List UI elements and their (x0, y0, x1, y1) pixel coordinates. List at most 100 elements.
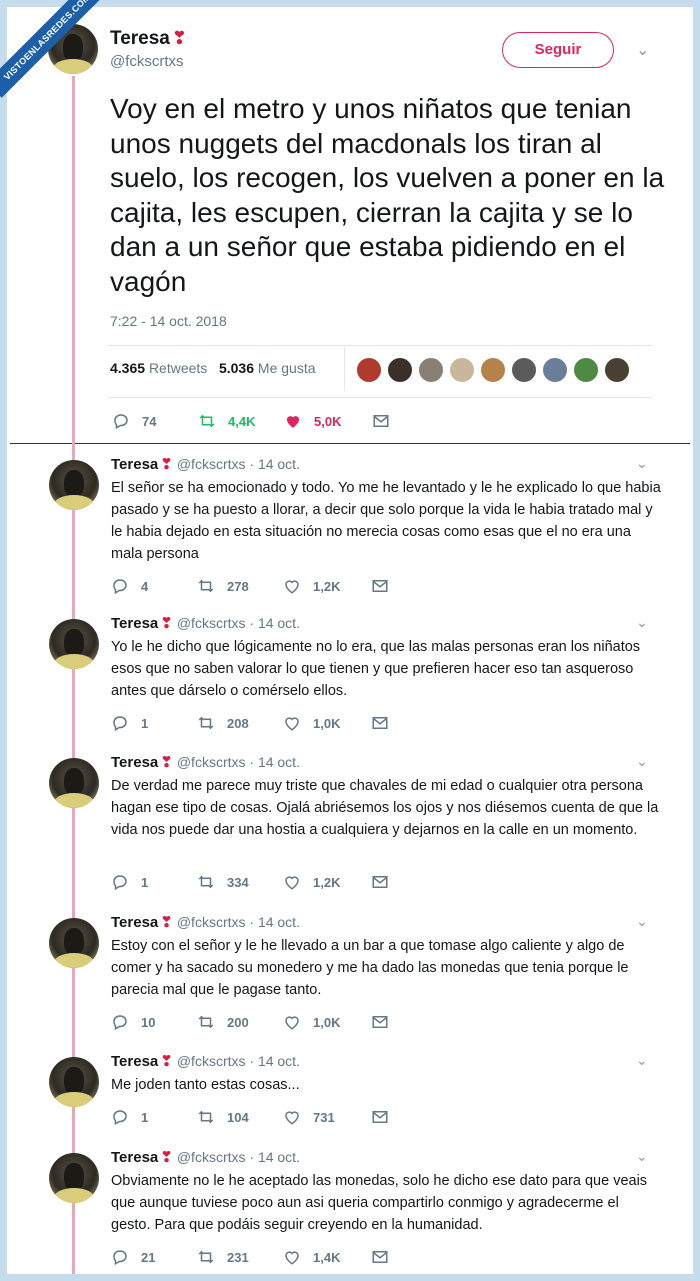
author-handle[interactable]: @fckscrtxs (110, 53, 184, 70)
author-handle[interactable]: @fckscrtxs · 14 oct. (177, 1149, 300, 1165)
reply-button[interactable]: 21 (111, 1248, 155, 1266)
liker-avatar[interactable] (449, 357, 475, 383)
liker-avatar[interactable] (542, 357, 568, 383)
heart-icon (285, 876, 299, 890)
avatar[interactable] (49, 1153, 99, 1203)
reply-button[interactable]: 74 (112, 412, 156, 430)
message-button[interactable] (371, 1248, 401, 1266)
reply-icon (113, 579, 127, 595)
message-icon (372, 717, 388, 729)
reply-button[interactable]: 10 (111, 1013, 155, 1031)
tweet-actions: 21 231 1,4K (111, 1248, 411, 1270)
likes-label[interactable]: Me gusta (258, 360, 316, 376)
avatar[interactable] (49, 758, 99, 808)
reply-button[interactable]: 1 (111, 873, 148, 891)
tweet-actions: 1 104 731 (111, 1108, 411, 1130)
liker-avatar[interactable] (480, 357, 506, 383)
heart-emoji-icon: ❣ (160, 754, 173, 771)
avatar[interactable] (49, 1057, 99, 1107)
author-handle[interactable]: @fckscrtxs · 14 oct. (177, 456, 300, 472)
author-handle[interactable]: @fckscrtxs · 14 oct. (177, 1053, 300, 1069)
retweet-button[interactable]: 334 (197, 873, 249, 891)
liker-avatar[interactable] (511, 357, 537, 383)
divider (108, 397, 652, 398)
chevron-down-icon[interactable]: ⌄ (636, 913, 648, 930)
tweet-actions: 1 208 1,0K (111, 714, 411, 736)
reply-header: Teresa ❣ @fckscrtxs · 14 oct. (111, 753, 300, 771)
message-button[interactable] (372, 412, 402, 430)
follow-button[interactable]: Seguir (502, 32, 614, 68)
author-handle[interactable]: @fckscrtxs · 14 oct. (177, 914, 300, 930)
author-name[interactable]: Teresa (111, 1053, 158, 1070)
chevron-down-icon[interactable]: ⌄ (636, 1052, 648, 1069)
author-handle[interactable]: @fckscrtxs · 14 oct. (177, 615, 300, 631)
author-name[interactable]: Teresa (111, 914, 158, 931)
message-button[interactable] (371, 873, 401, 891)
liker-avatar[interactable] (418, 357, 444, 383)
author-handle[interactable]: @fckscrtxs · 14 oct. (177, 754, 300, 770)
reply-button[interactable]: 1 (111, 1108, 148, 1126)
heart-icon (287, 416, 299, 428)
like-button[interactable]: 1,2K (283, 873, 340, 891)
like-button[interactable]: 1,4K (283, 1248, 340, 1266)
tweet-text: Obviamente no le he aceptado las monedas… (111, 1173, 648, 1233)
retweet-button[interactable]: 104 (197, 1108, 249, 1126)
chevron-down-icon[interactable]: ⌄ (636, 753, 648, 770)
tweet-text: Yo le he dicho que lógicamente no lo era… (111, 639, 641, 699)
chevron-down-icon[interactable]: ⌄ (636, 40, 649, 60)
tweet-text: Me joden tanto estas cosas... (111, 1077, 300, 1093)
avatar[interactable] (49, 460, 99, 510)
retweet-button[interactable]: 4,4K (198, 412, 255, 430)
message-button[interactable] (371, 714, 401, 732)
like-button[interactable]: 1,0K (283, 1013, 340, 1031)
reply-icon (113, 1110, 127, 1126)
retweets-count[interactable]: 4.365 (110, 360, 145, 376)
reply-button[interactable]: 4 (111, 577, 148, 595)
author-name[interactable]: Teresa (111, 754, 158, 771)
retweet-button[interactable]: 200 (197, 1013, 249, 1031)
message-icon (372, 580, 388, 592)
heart-icon (285, 717, 299, 731)
chevron-down-icon[interactable]: ⌄ (636, 614, 648, 631)
tweet-date[interactable]: 7:22 - 14 oct. 2018 (110, 313, 227, 329)
like-button[interactable]: 731 (283, 1108, 335, 1126)
reply-icon (113, 875, 127, 891)
chevron-down-icon[interactable]: ⌄ (636, 455, 648, 472)
like-button[interactable]: 5,0K (284, 412, 341, 430)
message-button[interactable] (371, 1013, 401, 1031)
heart-emoji-icon: ❣ (160, 914, 173, 931)
retweet-button[interactable]: 278 (197, 577, 249, 595)
reply-icon (113, 1015, 127, 1031)
liker-avatar[interactable] (356, 357, 382, 383)
reply-button[interactable]: 1 (111, 714, 148, 732)
reply-icon (113, 716, 127, 732)
liker-avatar[interactable] (604, 357, 630, 383)
retweet-icon (199, 414, 215, 428)
retweet-button[interactable]: 231 (197, 1248, 249, 1266)
chevron-down-icon[interactable]: ⌄ (636, 1148, 648, 1165)
liker-avatar[interactable] (573, 357, 599, 383)
reply-icon (114, 414, 128, 430)
message-button[interactable] (371, 577, 401, 595)
retweet-icon (198, 1110, 214, 1124)
liker-avatar[interactable] (387, 357, 413, 383)
heart-icon (285, 1111, 299, 1125)
message-button[interactable] (371, 1108, 401, 1126)
likes-count[interactable]: 5.036 (219, 360, 254, 376)
heart-icon (285, 1016, 299, 1030)
like-button[interactable]: 1,2K (283, 577, 340, 595)
retweets-label[interactable]: Retweets (149, 360, 207, 376)
avatar[interactable] (49, 918, 99, 968)
like-button[interactable]: 1,0K (283, 714, 340, 732)
avatar[interactable] (49, 619, 99, 669)
heart-emoji-icon: ❣ (160, 1053, 173, 1070)
author-name[interactable]: Teresa (111, 615, 158, 632)
tweet-text: Voy en el metro y unos niñatos que tenia… (110, 93, 665, 297)
reply-header: Teresa ❣ @fckscrtxs · 14 oct. (111, 1148, 300, 1166)
author-name[interactable]: Teresa ❣ (110, 28, 187, 50)
author-name[interactable]: Teresa (111, 456, 158, 473)
retweet-icon (198, 875, 214, 889)
retweet-button[interactable]: 208 (197, 714, 249, 732)
author-name[interactable]: Teresa (111, 1149, 158, 1166)
heart-emoji-icon: ❣ (160, 1149, 173, 1166)
